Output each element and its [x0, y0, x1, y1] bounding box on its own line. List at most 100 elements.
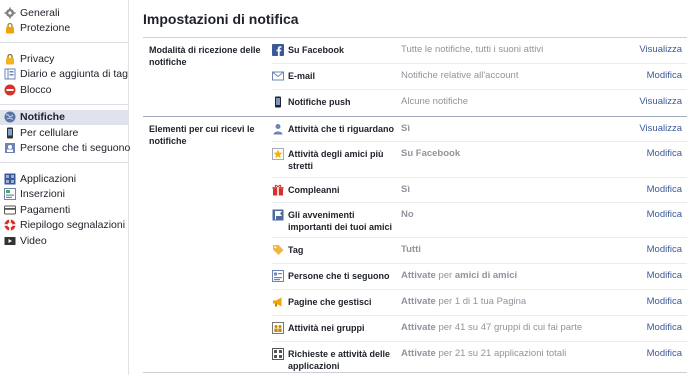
email-icon: [272, 70, 284, 82]
row-value-status: Tutti: [401, 244, 421, 255]
sidebar-item-label: Privacy: [20, 52, 55, 65]
gift-icon: [272, 184, 284, 196]
row-name: Compleanni: [288, 185, 340, 195]
sidebar-group-notifications: Notifiche Per cellulare Persone che ti s…: [0, 105, 130, 163]
payments-icon: [4, 204, 16, 216]
row-value-status: Attivate: [401, 322, 436, 333]
sidebar-item-label: Generali: [20, 6, 60, 19]
section-label: Modalità di ricezione delle notifiche: [149, 45, 261, 67]
support-icon: [4, 219, 16, 231]
sidebar-item-generali[interactable]: Generali: [0, 5, 128, 21]
settings-row-su-facebook[interactable]: Su Facebook Tutte le notifiche, tutti i …: [272, 38, 687, 64]
lock-icon: [4, 22, 16, 34]
video-icon: [4, 235, 16, 247]
globe-icon: [4, 111, 16, 123]
row-value-status: No: [401, 209, 414, 220]
settings-row-gruppi[interactable]: Attività nei gruppi Attivate per 41 su 4…: [272, 316, 687, 342]
modifica-link[interactable]: Modifica: [612, 348, 687, 360]
facebook-icon: [272, 44, 284, 56]
settings-row-compleanni[interactable]: Compleanni Sì Modifica: [272, 178, 687, 203]
section-rows: Attività che ti riguardano Sì Visualizza…: [272, 117, 687, 372]
modifica-link[interactable]: Modifica: [612, 270, 687, 282]
modifica-link[interactable]: Modifica: [612, 184, 687, 196]
modifica-link[interactable]: Modifica: [612, 70, 687, 82]
row-value-status: Attivate: [401, 348, 436, 359]
modifica-link[interactable]: Modifica: [612, 244, 687, 256]
visualizza-link[interactable]: Visualizza: [612, 123, 687, 135]
sidebar-item-label: Notifiche: [20, 111, 65, 124]
megaphone-icon: [272, 296, 284, 308]
modifica-link[interactable]: Modifica: [612, 296, 687, 308]
settings-row-avvenimenti[interactable]: Gli avvenimenti importanti dei tuoi amic…: [272, 203, 687, 238]
row-value-status: Sì: [401, 184, 410, 195]
row-value: Sì: [394, 184, 612, 196]
group-icon: [272, 322, 284, 334]
star-icon: [272, 148, 284, 160]
row-value: Attivate per 21 su 21 applicazioni total…: [394, 348, 612, 360]
row-name: Attività degli amici più stretti: [288, 149, 384, 171]
row-name: Attività che ti riguardano: [288, 124, 395, 134]
mobile-icon: [4, 127, 16, 139]
section-ricezione: Modalità di ricezione delle notifiche Su…: [143, 38, 687, 117]
row-name: Notifiche push: [288, 97, 351, 107]
row-value: Alcune notifiche: [401, 96, 469, 107]
row-value-detail: per 21 su 21 applicazioni totali: [435, 348, 567, 359]
row-name: Tag: [288, 245, 304, 255]
section-elementi: Elementi per cui ricevi le notifiche Att…: [143, 117, 687, 373]
sidebar-group-account: Generali Protezione: [0, 0, 128, 43]
modifica-link[interactable]: Modifica: [612, 148, 687, 160]
visualizza-link[interactable]: Visualizza: [612, 96, 687, 108]
settings-main: Impostazioni di notifica Modalità di ric…: [143, 0, 687, 373]
row-name: Su Facebook: [288, 45, 345, 55]
sidebar-item-riepilogo-segnalazioni[interactable]: Riepilogo segnalazioni: [0, 218, 128, 234]
settings-row-email[interactable]: E-mail Notifiche relative all'account Mo…: [272, 64, 687, 90]
sidebar-item-persone-che-ti-seguono[interactable]: Persone che ti seguono: [0, 141, 130, 157]
row-value-status: Attivate: [401, 296, 436, 307]
row-value: Attivate per 41 su 47 gruppi di cui fai …: [394, 322, 612, 334]
timeline-icon: [4, 68, 16, 80]
sidebar-item-label: Per cellulare: [20, 126, 79, 139]
section-label: Elementi per cui ricevi le notifiche: [149, 124, 255, 146]
sidebar-item-video[interactable]: Video: [0, 233, 128, 249]
row-value: Tutti: [394, 244, 612, 256]
settings-row-attivita-riguardano[interactable]: Attività che ti riguardano Sì Visualizza: [272, 117, 687, 142]
sidebar-item-diario[interactable]: Diario e aggiunta di tag: [0, 67, 128, 83]
sidebar-item-protezione[interactable]: Protezione: [0, 21, 128, 37]
settings-row-pagine[interactable]: Pagine che gestisci Attivate per 1 di 1 …: [272, 290, 687, 316]
sidebar-item-label: Applicazioni: [20, 172, 77, 185]
row-value: Attivate per amici di amici: [394, 270, 612, 282]
person-icon: [272, 123, 284, 135]
sidebar-group-apps: Applicazioni Inserzioni Pagamenti Riepil…: [0, 163, 128, 255]
row-value: Su Facebook: [394, 148, 612, 160]
privacy-lock-icon: [4, 53, 16, 65]
sidebar-item-label: Blocco: [20, 83, 52, 96]
settings-row-applicazioni[interactable]: Richieste e attività delle applicazioni …: [272, 342, 687, 372]
modifica-link[interactable]: Modifica: [612, 322, 687, 334]
row-value-status: Attivate: [401, 270, 436, 281]
sidebar-item-applicazioni[interactable]: Applicazioni: [0, 171, 128, 187]
flag-icon: [272, 209, 284, 221]
sidebar-item-privacy[interactable]: Privacy: [0, 51, 128, 67]
row-name: Persone che ti seguono: [288, 271, 390, 281]
row-value-detail: per: [435, 270, 455, 281]
settings-row-notifiche-push[interactable]: Notifiche push Alcune notifiche Visualiz…: [272, 90, 687, 116]
row-value: Tutte le notifiche, tutti i suoni attivi: [401, 44, 544, 55]
row-value-detail: per 1 di 1 tua Pagina: [435, 296, 527, 307]
row-value-status: Su Facebook: [401, 148, 461, 159]
settings-page: Generali Protezione Privacy Diario e agg…: [0, 0, 700, 375]
page-title: Impostazioni di notifica: [143, 0, 687, 38]
settings-row-tag[interactable]: Tag Tutti Modifica: [272, 238, 687, 264]
visualizza-link[interactable]: Visualizza: [612, 44, 687, 56]
sidebar-item-notifiche[interactable]: Notifiche: [0, 109, 128, 125]
settings-row-persone-seguono[interactable]: Persone che ti seguono Attivate per amic…: [272, 264, 687, 290]
sidebar-item-inserzioni[interactable]: Inserzioni: [0, 187, 128, 203]
sidebar-item-label: Protezione: [20, 22, 71, 35]
row-name: E-mail: [288, 71, 316, 81]
modifica-link[interactable]: Modifica: [612, 209, 687, 221]
sidebar-item-pagamenti[interactable]: Pagamenti: [0, 202, 128, 218]
sidebar-item-per-cellulare[interactable]: Per cellulare: [0, 125, 128, 141]
sidebar-item-blocco[interactable]: Blocco: [0, 82, 128, 98]
row-value-status: Sì: [401, 123, 410, 134]
row-value: Notifiche relative all'account: [401, 70, 519, 81]
settings-row-amici-stretti[interactable]: Attività degli amici più stretti Su Face…: [272, 142, 687, 178]
